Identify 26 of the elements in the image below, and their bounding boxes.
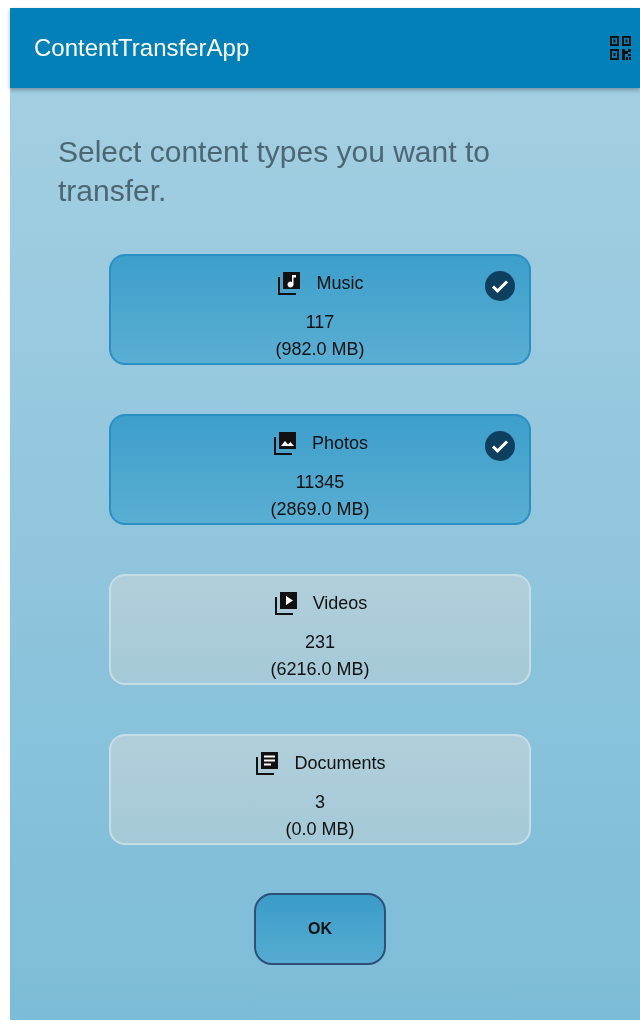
app-title: ContentTransferApp (34, 33, 250, 63)
photo-library-icon (271, 430, 298, 457)
item-size: (6216.0 MB) (270, 658, 370, 681)
content-type-card[interactable]: Documents 3 (0.0 MB) (109, 734, 531, 845)
music-library-icon (276, 270, 303, 297)
type-label: Videos (312, 592, 368, 615)
item-size: (982.0 MB) (275, 338, 365, 361)
video-library-icon (272, 590, 299, 617)
type-label: Photos (311, 432, 368, 455)
type-label: Documents (294, 752, 386, 775)
item-count: 11345 (295, 471, 345, 494)
qr-code-icon[interactable] (610, 36, 632, 60)
content-type-card[interactable]: Photos 11345 (2869.0 MB) (109, 414, 531, 525)
ok-button[interactable]: OK (254, 893, 386, 965)
type-label: Music (316, 272, 364, 295)
item-size: (2869.0 MB) (270, 498, 370, 521)
check-icon (484, 270, 516, 302)
item-count: 231 (304, 631, 335, 654)
item-size: (0.0 MB) (285, 818, 355, 841)
document-library-icon (254, 750, 281, 777)
check-icon (484, 430, 516, 462)
content-type-card[interactable]: Music 117 (982.0 MB) (109, 254, 531, 365)
item-count: 117 (305, 311, 335, 334)
content-type-card[interactable]: Videos 231 (6216.0 MB) (109, 574, 531, 685)
instruction-text: Select content types you want to transfer. (58, 134, 491, 209)
item-count: 3 (315, 791, 325, 814)
